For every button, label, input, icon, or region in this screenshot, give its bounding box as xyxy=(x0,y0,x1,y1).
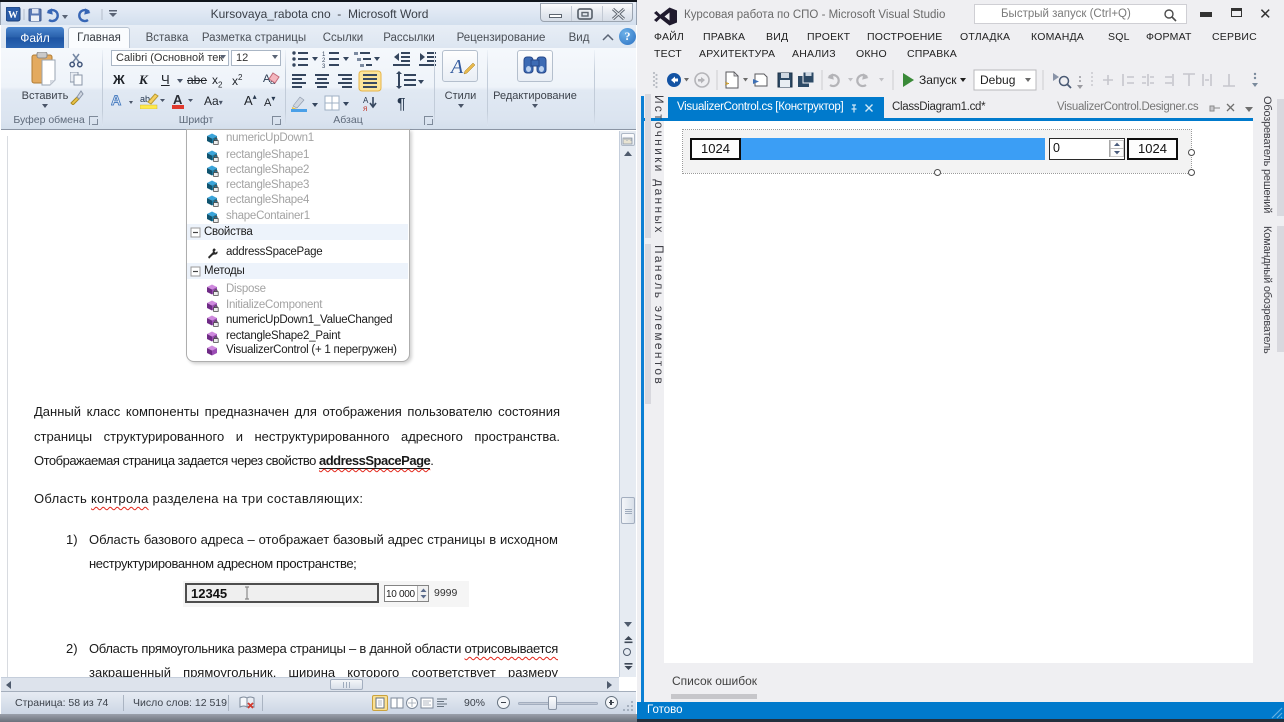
svg-text:я: я xyxy=(363,104,367,112)
svg-text:3: 3 xyxy=(322,64,326,70)
svg-text:A: A xyxy=(449,56,464,78)
svg-text:A: A xyxy=(111,92,121,108)
svg-text:Запуск: Запуск xyxy=(919,73,957,87)
svg-text:Debug: Debug xyxy=(980,73,1015,87)
svg-text:¶: ¶ xyxy=(397,96,406,112)
svg-text:A: A xyxy=(173,92,183,107)
